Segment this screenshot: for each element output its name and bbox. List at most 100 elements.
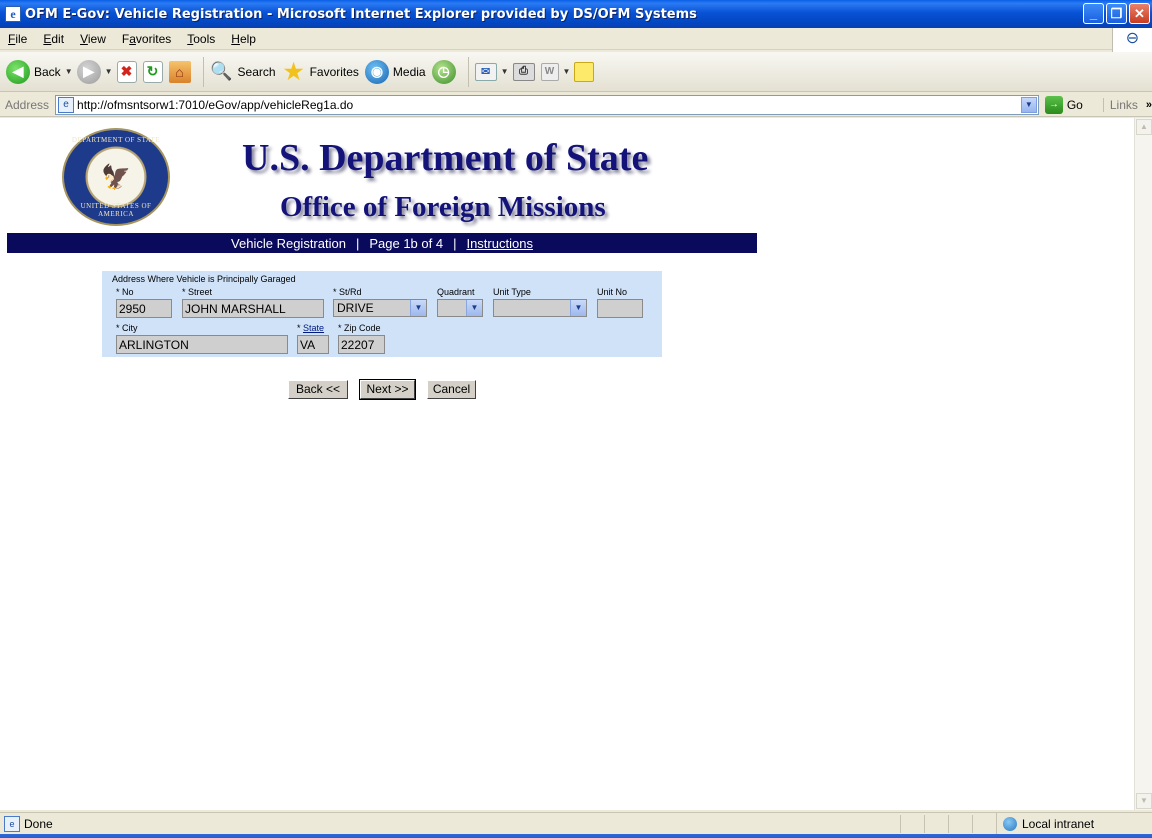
state-link[interactable]: State xyxy=(303,323,324,333)
unit-no-input[interactable] xyxy=(597,299,643,318)
search-icon: 🔍 xyxy=(210,61,233,81)
menu-file-rest: ile xyxy=(15,31,28,46)
links-label[interactable]: Links xyxy=(1102,97,1138,112)
page-done-icon: e xyxy=(4,815,20,832)
standard-toolbar: ◀ Back ▼ ▶ ▼ ✖ ↻ ⌂ 🔍 Search ★ Favorites … xyxy=(0,52,1152,92)
restore-icon[interactable]: ❐ xyxy=(1106,3,1127,24)
media-globe-icon: ◉ xyxy=(364,59,389,84)
menu-edit[interactable]: Edit xyxy=(35,32,72,46)
quadrant-select[interactable]: ▼ xyxy=(437,299,483,317)
scroll-up-icon[interactable]: ▲ xyxy=(1136,119,1152,135)
favorites-star-icon: ★ xyxy=(283,58,304,84)
strd-selected-value: DRIVE xyxy=(337,301,374,315)
word-edit-icon: W xyxy=(540,62,559,81)
favorites-label: Favorites xyxy=(309,64,359,79)
chevron-down-icon[interactable]: ▼ xyxy=(570,300,586,316)
history-button[interactable]: ◷ xyxy=(431,59,456,84)
menu-tools-rest: ools xyxy=(193,31,216,46)
toolbar-separator xyxy=(202,56,204,87)
no-input[interactable]: 2950 xyxy=(116,299,172,318)
media-button[interactable]: ◉ Media xyxy=(364,59,426,84)
back-dropdown-icon[interactable]: ▼ xyxy=(65,67,73,76)
stop-button[interactable]: ✖ xyxy=(116,60,137,83)
forward-arrow-icon: ▶ xyxy=(76,59,101,84)
sticky-note-icon xyxy=(574,61,595,82)
menu-favorites-key: a xyxy=(129,31,136,46)
title-bar: e OFM E-Gov: Vehicle Registration - Micr… xyxy=(0,0,1152,28)
menu-file[interactable]: File xyxy=(0,32,35,46)
back-button[interactable]: ◀ Back xyxy=(6,59,61,84)
menu-bar: File Edit View Favorites Tools Help xyxy=(0,28,1152,50)
scroll-down-icon[interactable]: ▼ xyxy=(1136,793,1152,809)
status-panel xyxy=(948,815,970,833)
quadrant-label: Quadrant xyxy=(437,287,475,297)
address-dropdown-icon[interactable]: ▼ xyxy=(1020,96,1037,113)
menu-favorites-rest: vorites xyxy=(135,31,172,46)
back-form-button[interactable]: Back << xyxy=(288,380,348,399)
menu-tools[interactable]: Tools xyxy=(179,32,223,46)
print-button[interactable]: ⎙ xyxy=(512,62,535,81)
nav-section: Vehicle Registration xyxy=(231,235,346,251)
search-label: Search xyxy=(237,64,276,79)
zone-label: Local intranet xyxy=(1022,817,1095,831)
edit-button[interactable]: W xyxy=(540,62,559,81)
garage-address-form: Address Where Vehicle is Principally Gar… xyxy=(102,271,662,357)
unit-no-label: Unit No xyxy=(597,287,628,297)
street-input[interactable]: JOHN MARSHALL xyxy=(182,299,324,318)
home-button[interactable]: ⌂ xyxy=(168,60,191,83)
next-button[interactable]: Next >> xyxy=(359,379,416,400)
nav-separator: | xyxy=(453,235,457,251)
strd-label: * St/Rd xyxy=(333,287,362,297)
menu-view[interactable]: View xyxy=(72,32,114,46)
address-bar: Address e http://ofmsntsorw1:7010/eGov/a… xyxy=(0,93,1152,117)
vertical-scrollbar[interactable]: ▲ ▼ xyxy=(1134,118,1152,810)
cancel-button[interactable]: Cancel xyxy=(427,380,476,399)
status-panel xyxy=(900,815,922,833)
go-arrow-icon: → xyxy=(1044,95,1063,114)
refresh-button[interactable]: ↻ xyxy=(142,60,163,83)
seal-top-text: DEPARTMENT OF STATE xyxy=(71,136,161,144)
mail-icon: ✉ xyxy=(474,62,497,81)
city-label: * City xyxy=(116,323,138,333)
page-icon: e xyxy=(58,96,75,113)
forward-button[interactable]: ▶ xyxy=(76,59,101,84)
favorites-button[interactable]: ★ Favorites xyxy=(282,58,359,84)
city-input[interactable]: ARLINGTON xyxy=(116,335,288,354)
menu-favorites[interactable]: Favorites xyxy=(114,32,179,46)
department-seal: DEPARTMENT OF STATE 🦅 UNITED STATES OF A… xyxy=(62,128,170,226)
menu-help-rest: elp xyxy=(239,31,256,46)
chevron-right-icon[interactable]: » xyxy=(1146,99,1152,111)
back-arrow-icon: ◀ xyxy=(6,59,30,84)
strd-select[interactable]: DRIVE ▼ xyxy=(333,299,427,317)
security-zone: Local intranet xyxy=(996,813,1152,835)
status-bar: e Done Local intranet xyxy=(0,812,1152,835)
zip-input[interactable]: 22207 xyxy=(338,335,385,354)
office-title: Office of Foreign Missions xyxy=(280,191,606,223)
mail-dropdown-icon[interactable]: ▼ xyxy=(501,67,509,76)
windows-logo-icon: ⊖ xyxy=(1112,28,1152,52)
eagle-icon: 🦅 xyxy=(101,163,131,191)
discuss-button[interactable] xyxy=(574,61,595,82)
state-input[interactable]: VA xyxy=(297,335,329,354)
menu-view-key: V xyxy=(80,31,88,46)
chevron-down-icon[interactable]: ▼ xyxy=(410,300,426,316)
search-button[interactable]: 🔍 Search xyxy=(210,60,276,84)
close-icon[interactable]: ✕ xyxy=(1129,3,1150,24)
mail-button[interactable]: ✉ xyxy=(474,62,497,81)
window-title: OFM E-Gov: Vehicle Registration - Micros… xyxy=(25,6,697,22)
minimize-icon[interactable]: _ xyxy=(1083,3,1104,24)
status-panel xyxy=(972,815,994,833)
chevron-down-icon[interactable]: ▼ xyxy=(466,300,482,316)
menu-help[interactable]: Help xyxy=(223,32,264,46)
zip-label: * Zip Code xyxy=(338,323,381,333)
printer-icon: ⎙ xyxy=(512,62,535,81)
edit-dropdown-icon[interactable]: ▼ xyxy=(563,67,571,76)
go-button[interactable]: → Go xyxy=(1044,95,1083,114)
unit-type-select[interactable]: ▼ xyxy=(493,299,587,317)
status-panels xyxy=(900,815,994,833)
menu-view-rest: iew xyxy=(87,31,106,46)
instructions-link[interactable]: Instructions xyxy=(466,236,532,251)
forward-dropdown-icon[interactable]: ▼ xyxy=(105,67,113,76)
nav-page-info: Page 1b of 4 xyxy=(369,235,444,251)
address-input[interactable]: e http://ofmsntsorw1:7010/eGov/app/vehic… xyxy=(55,94,1039,115)
